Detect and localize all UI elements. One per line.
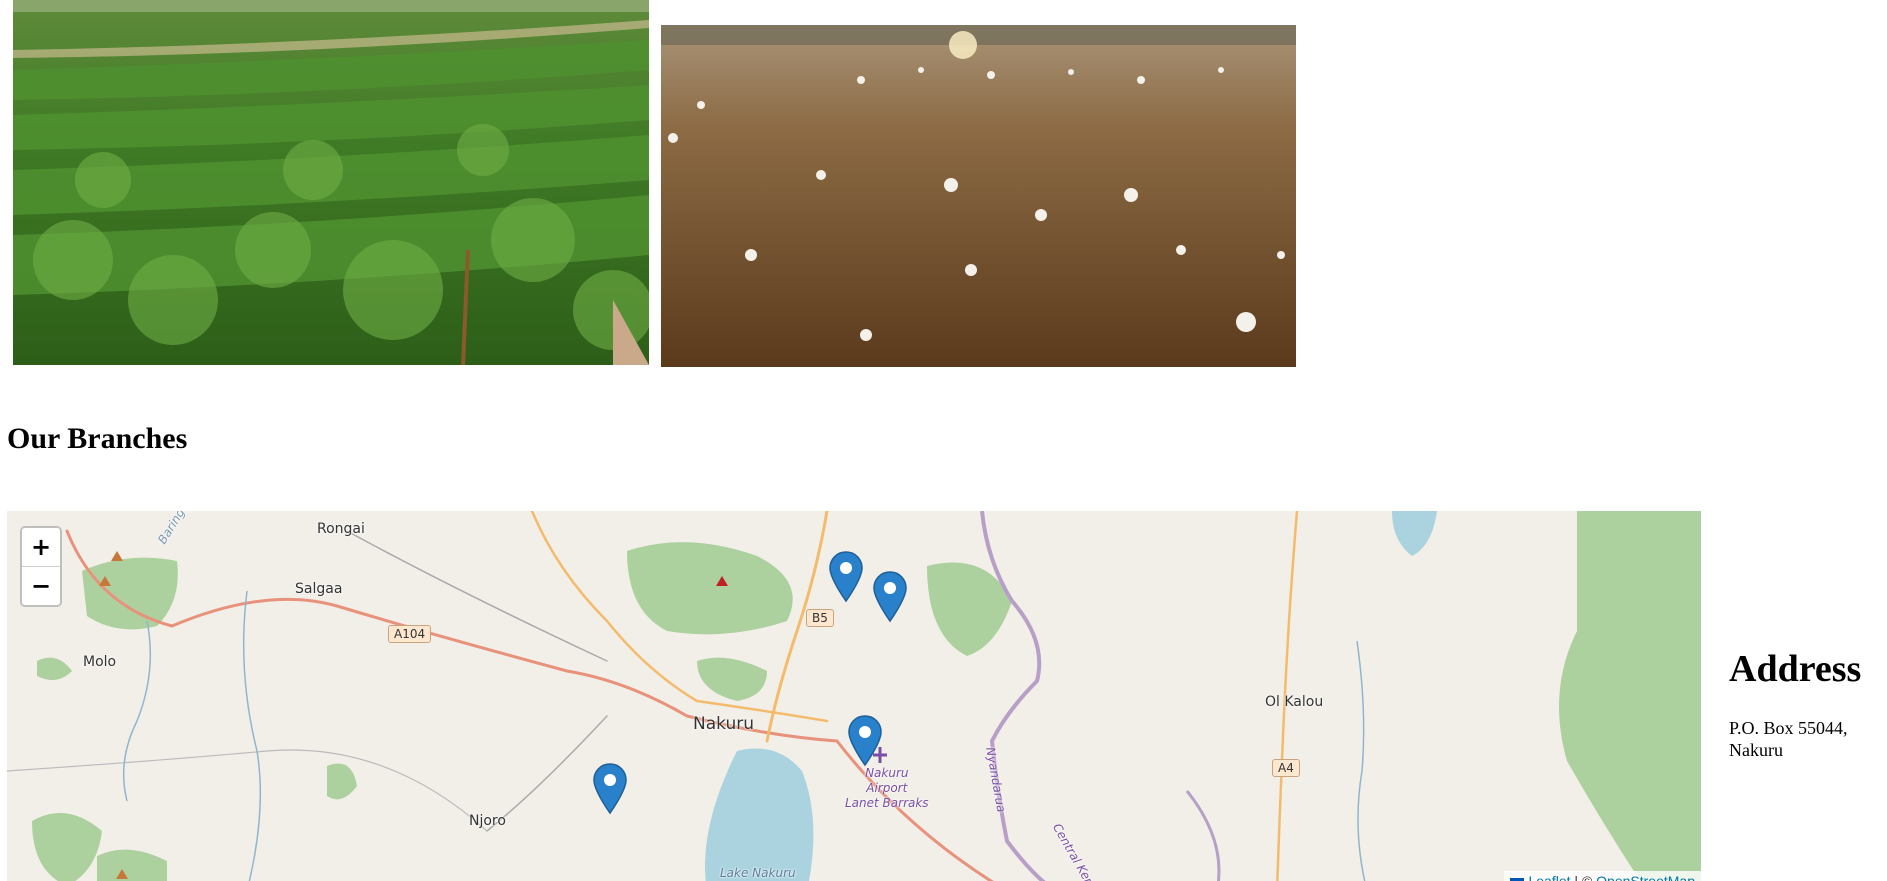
- map-label-airport: Nakuru Airport Lanet Barraks: [845, 766, 929, 811]
- branch-marker-2[interactable]: [873, 571, 907, 623]
- road-shield-a4: A4: [1272, 759, 1300, 777]
- address-line-1: P.O. Box 55044,: [1729, 718, 1848, 738]
- airport-line-3: Lanet Barraks: [845, 796, 929, 810]
- map-label-salgaa: Salgaa: [295, 581, 343, 597]
- branches-map[interactable]: Rongai Salgaa Molo Nakuru Njoro Ol Kalou…: [7, 511, 1701, 881]
- zoom-control: + −: [20, 526, 62, 607]
- map-label-nakuru: Nakuru: [693, 714, 754, 734]
- attribution-separator: | ©: [1570, 873, 1597, 881]
- road-shield-a104: A104: [388, 625, 432, 643]
- map-label-ol-kalou: Ol Kalou: [1265, 694, 1324, 710]
- openstreetmap-link[interactable]: OpenStreetMap: [1596, 873, 1695, 881]
- map-label-molo: Molo: [83, 654, 117, 670]
- address-text: P.O. Box 55044, Nakuru: [1729, 717, 1879, 761]
- our-branches-heading: Our Branches: [7, 422, 188, 455]
- grassland-photo: [661, 0, 1296, 367]
- branch-marker-4[interactable]: [593, 763, 627, 815]
- branch-marker-1[interactable]: [829, 551, 863, 603]
- address-heading: Address: [1729, 648, 1862, 690]
- branch-marker-3[interactable]: [848, 715, 882, 767]
- zoom-out-button[interactable]: −: [22, 566, 60, 605]
- zoom-in-button[interactable]: +: [22, 528, 60, 566]
- leaflet-link[interactable]: Leaflet: [1528, 873, 1570, 881]
- airport-line-1: Nakuru: [865, 766, 909, 780]
- map-attribution: Leaflet | © OpenStreetMap: [1504, 871, 1701, 881]
- map-label-njoro: Njoro: [469, 813, 506, 829]
- address-line-2: Nakuru: [1729, 740, 1783, 760]
- airport-line-2: Airport: [866, 781, 908, 795]
- vineyard-photo: [13, 0, 649, 365]
- map-label-lake-nakuru: Lake Nakuru: [720, 866, 796, 880]
- road-shield-b5: B5: [806, 609, 834, 627]
- map-label-rongai: Rongai: [317, 521, 365, 537]
